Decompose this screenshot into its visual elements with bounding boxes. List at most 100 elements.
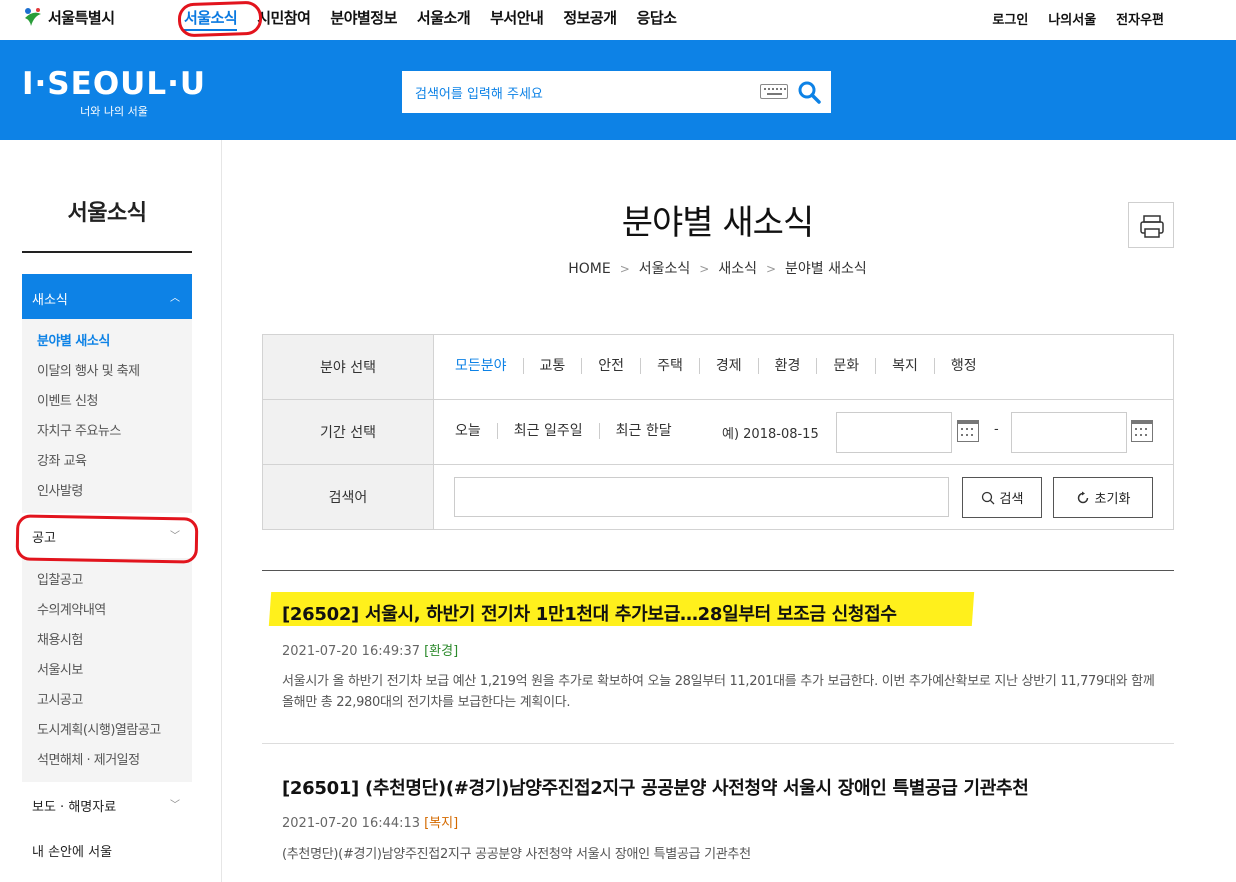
article-summary: (추천명단)(#경기)남양주진접2지구 공공분양 사전청약 서울시 장애인 특별… — [282, 847, 751, 862]
search-box[interactable]: 검색어를 입력해 주세요 — [402, 71, 831, 113]
period-week[interactable]: 최근 일주일 — [496, 423, 599, 439]
gnb-item-participation[interactable]: 시민참여 — [257, 7, 311, 28]
sidebar-item-gazette[interactable]: 서울시보 — [22, 656, 192, 686]
sidebar-group-label: 공고 — [32, 531, 56, 546]
search-input[interactable]: 검색어를 입력해 주세요 — [415, 83, 543, 102]
breadcrumb-news[interactable]: 새소식 — [718, 261, 757, 277]
brand-subtitle: 너와 나의 서울 — [80, 105, 148, 118]
page-title: 분야별 새소식 — [621, 203, 815, 243]
breadcrumb-home[interactable]: HOME — [568, 261, 610, 277]
sidebar-item-asbestos[interactable]: 석면해체 · 제거일정 — [22, 746, 192, 776]
article-title[interactable]: [26502] 서울시, 하반기 전기차 1만1천대 추가보급…28일부터 보조… — [282, 600, 897, 626]
filter-row-category: 분야 선택 모든분야 교통 안전 주택 경제 환경 문화 복지 행정 — [263, 335, 1173, 400]
gnb-item-info-disclosure[interactable]: 정보공개 — [563, 7, 617, 28]
period-list: 오늘 최근 일주일 최근 한달 — [455, 423, 688, 439]
breadcrumb-seoul-news[interactable]: 서울소식 — [639, 261, 691, 277]
print-button[interactable] — [1128, 202, 1174, 248]
seoul-logo[interactable]: 서울특별시 — [22, 6, 115, 28]
gnb-item-label: 서울소식 — [184, 9, 238, 31]
gnb-item-seoul-news[interactable]: 서울소식 — [184, 7, 238, 31]
sidebar-item-event-apply[interactable]: 이벤트 신청 — [22, 387, 192, 417]
sidebar-group-press[interactable]: 보도 · 해명자료 ﹀ — [22, 782, 192, 827]
utility-links: 로그인 나의서울 전자우편 — [992, 9, 1164, 28]
category-culture[interactable]: 문화 — [816, 358, 875, 374]
search-filter: 분야 선택 모든분야 교통 안전 주택 경제 환경 문화 복지 행정 기간 선택… — [262, 334, 1174, 530]
gnb-item-response[interactable]: 응답소 — [637, 7, 677, 28]
sidebar-item-personnel[interactable]: 인사발령 — [22, 477, 192, 507]
date-format-hint: 예) 2018-08-15 — [722, 427, 819, 442]
search-icon[interactable] — [797, 80, 821, 104]
login-link[interactable]: 로그인 — [992, 9, 1028, 28]
gnb-item-field-info[interactable]: 분야별정보 — [330, 7, 397, 28]
brand-logo[interactable]: I·SEOUL·U 너와 나의 서울 — [22, 68, 206, 119]
sidebar-divider — [221, 140, 222, 882]
chevron-down-icon: ﹀ — [170, 800, 180, 811]
sidebar-group-label: 새소식 — [32, 293, 68, 308]
top-navigation: 서울특별시 서울소식 시민참여 분야별정보 서울소개 부서안내 정보공개 응답소… — [0, 0, 1236, 40]
chevron-right-icon: > — [619, 262, 630, 276]
gnb-menu: 서울소식 시민참여 분야별정보 서울소개 부서안내 정보공개 응답소 — [184, 7, 696, 31]
site-header: I·SEOUL·U 너와 나의 서울 검색어를 입력해 주세요 — [0, 40, 1236, 140]
reset-button[interactable]: 초기화 — [1053, 477, 1153, 518]
sidebar-item-field-news[interactable]: 분야별 새소식 — [22, 327, 192, 357]
chevron-right-icon: > — [699, 262, 710, 276]
period-month[interactable]: 최근 한달 — [598, 423, 688, 439]
period-today[interactable]: 오늘 — [455, 423, 497, 439]
printer-icon — [1140, 215, 1164, 238]
search-button[interactable]: 검색 — [962, 477, 1042, 518]
filter-label-period: 기간 선택 — [263, 400, 434, 464]
category-economy[interactable]: 경제 — [698, 358, 758, 374]
category-housing[interactable]: 주택 — [640, 358, 699, 374]
end-date-input[interactable] — [1011, 412, 1127, 453]
seoul-logo-text: 서울특별시 — [48, 8, 115, 27]
article-title[interactable]: [26501] (추천명단)(#경기)남양주진접2지구 공공분양 사전청약 서울… — [282, 774, 1029, 800]
gnb-item-departments[interactable]: 부서안내 — [490, 7, 544, 28]
keyboard-icon[interactable] — [760, 84, 788, 99]
calendar-icon[interactable] — [957, 420, 979, 442]
chevron-down-icon: ﹀ — [170, 531, 180, 542]
gnb-item-about-seoul[interactable]: 서울소개 — [417, 7, 471, 28]
sidebar-item-district-news[interactable]: 자치구 주요뉴스 — [22, 417, 192, 447]
category-environment[interactable]: 환경 — [757, 358, 817, 374]
sidebar-item-bids[interactable]: 입찰공고 — [22, 566, 192, 596]
sidebar-title: 서울소식 — [22, 195, 192, 253]
article-category: [환경] — [424, 644, 459, 659]
sidebar-group-news[interactable]: 새소식 ︿ — [22, 274, 192, 319]
filter-label-category: 분야 선택 — [263, 335, 434, 399]
filter-row-period: 기간 선택 오늘 최근 일주일 최근 한달 예) 2018-08-15 - — [263, 400, 1173, 465]
brand-title: I·SEOUL·U — [22, 66, 207, 102]
sidebar-group-mobile-seoul[interactable]: 내 손안에 서울 — [22, 827, 192, 872]
calendar-icon[interactable] — [1131, 420, 1153, 442]
sidebar-group-notice[interactable]: 공고 ﹀ — [22, 513, 192, 558]
seoul-logo-icon — [25, 8, 41, 26]
search-button-label: 검색 — [999, 492, 1024, 507]
date-separator: - — [994, 422, 999, 437]
reset-button-label: 초기화 — [1094, 492, 1131, 507]
email-link[interactable]: 전자우편 — [1116, 9, 1164, 28]
sidebar-item-announcements[interactable]: 고시공고 — [22, 686, 192, 716]
sidebar: 서울소식 새소식 ︿ 분야별 새소식 이달의 행사 및 축제 이벤트 신청 자치… — [22, 140, 192, 872]
filter-label-keyword: 검색어 — [263, 465, 434, 529]
sidebar-sublist-notice: 입찰공고 수의계약내역 채용시험 서울시보 고시공고 도시계획(시행)열람공고 … — [22, 558, 192, 782]
article-datetime: 2021-07-20 16:49:37 — [282, 644, 421, 659]
category-traffic[interactable]: 교통 — [522, 358, 582, 374]
sidebar-item-urban-planning[interactable]: 도시계획(시행)열람공고 — [22, 716, 192, 746]
start-date-input[interactable] — [836, 412, 952, 453]
my-seoul-link[interactable]: 나의서울 — [1048, 9, 1096, 28]
article-meta: 2021-07-20 16:49:37 [환경] — [282, 640, 458, 659]
category-administration[interactable]: 행정 — [933, 358, 993, 374]
category-welfare[interactable]: 복지 — [875, 358, 934, 374]
sidebar-item-lectures[interactable]: 강좌 교육 — [22, 447, 192, 477]
article-summary: 서울시가 올 하반기 전기차 보급 예산 1,219억 원을 추가로 확보하여 … — [282, 674, 1155, 710]
list-top-border — [262, 570, 1174, 571]
search-icon — [981, 491, 994, 504]
sidebar-item-recruitment[interactable]: 채용시험 — [22, 626, 192, 656]
sidebar-item-events[interactable]: 이달의 행사 및 축제 — [22, 357, 192, 387]
sidebar-sublist-news: 분야별 새소식 이달의 행사 및 축제 이벤트 신청 자치구 주요뉴스 강좌 교… — [22, 319, 192, 513]
article-category: [복지] — [424, 816, 459, 831]
keyword-input[interactable] — [454, 477, 949, 517]
category-all[interactable]: 모든분야 — [455, 358, 523, 374]
category-safety[interactable]: 안전 — [581, 358, 640, 374]
sidebar-item-contracts[interactable]: 수의계약내역 — [22, 596, 192, 626]
article-datetime: 2021-07-20 16:44:13 — [282, 816, 421, 831]
